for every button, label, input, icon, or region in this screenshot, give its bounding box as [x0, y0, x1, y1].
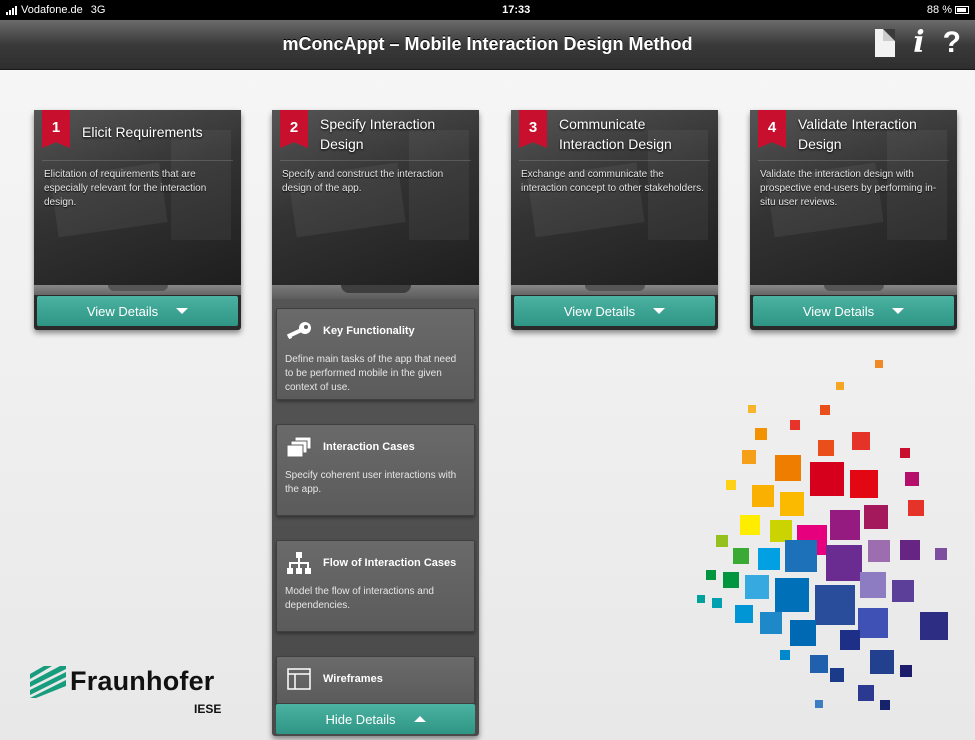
- logo-unit: IESE: [194, 702, 222, 716]
- battery-icon: [954, 6, 969, 14]
- card-description: Validate the interaction design with pro…: [760, 169, 937, 208]
- fraunhofer-emblem-icon: [30, 666, 66, 698]
- sub-item-description: Specify coherent user interactions with …: [285, 470, 457, 495]
- fraunhofer-logo: Fraunhofer IESE: [30, 662, 230, 722]
- network-type: 3G: [90, 4, 106, 16]
- flow-chart-icon: [285, 551, 313, 575]
- signal-strength-icon: [6, 5, 17, 15]
- logo-brand: Fraunhofer: [70, 666, 215, 696]
- sub-item-title: Flow of Interaction Cases: [323, 557, 457, 569]
- page-title: mConcAppt – Mobile Interaction Design Me…: [282, 34, 693, 54]
- view-details-button[interactable]: View Details: [514, 296, 715, 326]
- view-details-button[interactable]: View Details: [753, 296, 954, 326]
- card-description: Specify and construct the interaction de…: [282, 169, 444, 194]
- sub-item-wireframes[interactable]: Wireframes: [276, 656, 475, 704]
- view-details-button[interactable]: View Details: [37, 296, 238, 326]
- sub-item-key-functionality[interactable]: Key Functionality Define main tasks of t…: [276, 308, 475, 400]
- card-description: Elicitation of requirements that are esp…: [44, 169, 207, 208]
- clock: 17:33: [502, 4, 531, 16]
- battery-percent: 88 %: [926, 4, 952, 16]
- button-label: View Details: [802, 303, 875, 319]
- step-card-3: 3 Communicate Interaction Design Exchang…: [511, 110, 718, 330]
- card-description: Exchange and communicate the interaction…: [521, 169, 704, 194]
- card-title: Communicate Interaction Design: [559, 116, 672, 152]
- card-title: Validate Interaction Design: [798, 116, 917, 152]
- info-icon[interactable]: i: [913, 28, 924, 58]
- carrier-name: Vodafone.de: [21, 4, 83, 16]
- step-card-4: 4 Validate Interaction Design Validate t…: [750, 110, 957, 330]
- sub-item-title: Wireframes: [323, 673, 383, 685]
- sub-item-flow-of-interaction-cases[interactable]: Flow of Interaction Cases Model the flow…: [276, 540, 475, 632]
- sub-item-interaction-cases[interactable]: Interaction Cases Specify coherent user …: [276, 424, 475, 516]
- card-title: Specify Interaction Design: [320, 116, 436, 152]
- chevron-up-icon: [413, 716, 426, 722]
- chevron-down-icon: [653, 308, 666, 314]
- help-icon[interactable]: ?: [943, 28, 961, 58]
- wireframe-icon: [285, 667, 313, 691]
- stacked-cards-icon: [285, 435, 313, 459]
- sub-item-title: Key Functionality: [323, 325, 415, 337]
- sub-item-description: Define main tasks of the app that need t…: [285, 354, 457, 393]
- carrier-info: Vodafone.de 3G: [6, 4, 105, 16]
- card-title: Elicit Requirements: [82, 124, 203, 140]
- step-card-1: 1 Elicit Requirements Elicitation of req…: [34, 110, 241, 330]
- chevron-down-icon: [176, 308, 189, 314]
- button-label: View Details: [86, 303, 159, 319]
- step-card-2: 2 Specify Interaction Design Specify and…: [272, 110, 479, 736]
- sub-item-title: Interaction Cases: [323, 441, 415, 453]
- button-label: View Details: [563, 303, 636, 319]
- button-label: Hide Details: [325, 711, 396, 727]
- hide-details-button[interactable]: Hide Details: [276, 704, 475, 734]
- key-icon: [285, 319, 313, 343]
- chevron-down-icon: [892, 308, 905, 314]
- document-icon[interactable]: [875, 29, 896, 57]
- battery-status: 88 %: [927, 4, 969, 16]
- sub-item-description: Model the flow of interactions and depen…: [285, 586, 434, 611]
- nav-bar: mConcAppt – Mobile Interaction Design Me…: [0, 20, 975, 70]
- status-bar: Vodafone.de 3G 17:33 88 %: [0, 0, 975, 20]
